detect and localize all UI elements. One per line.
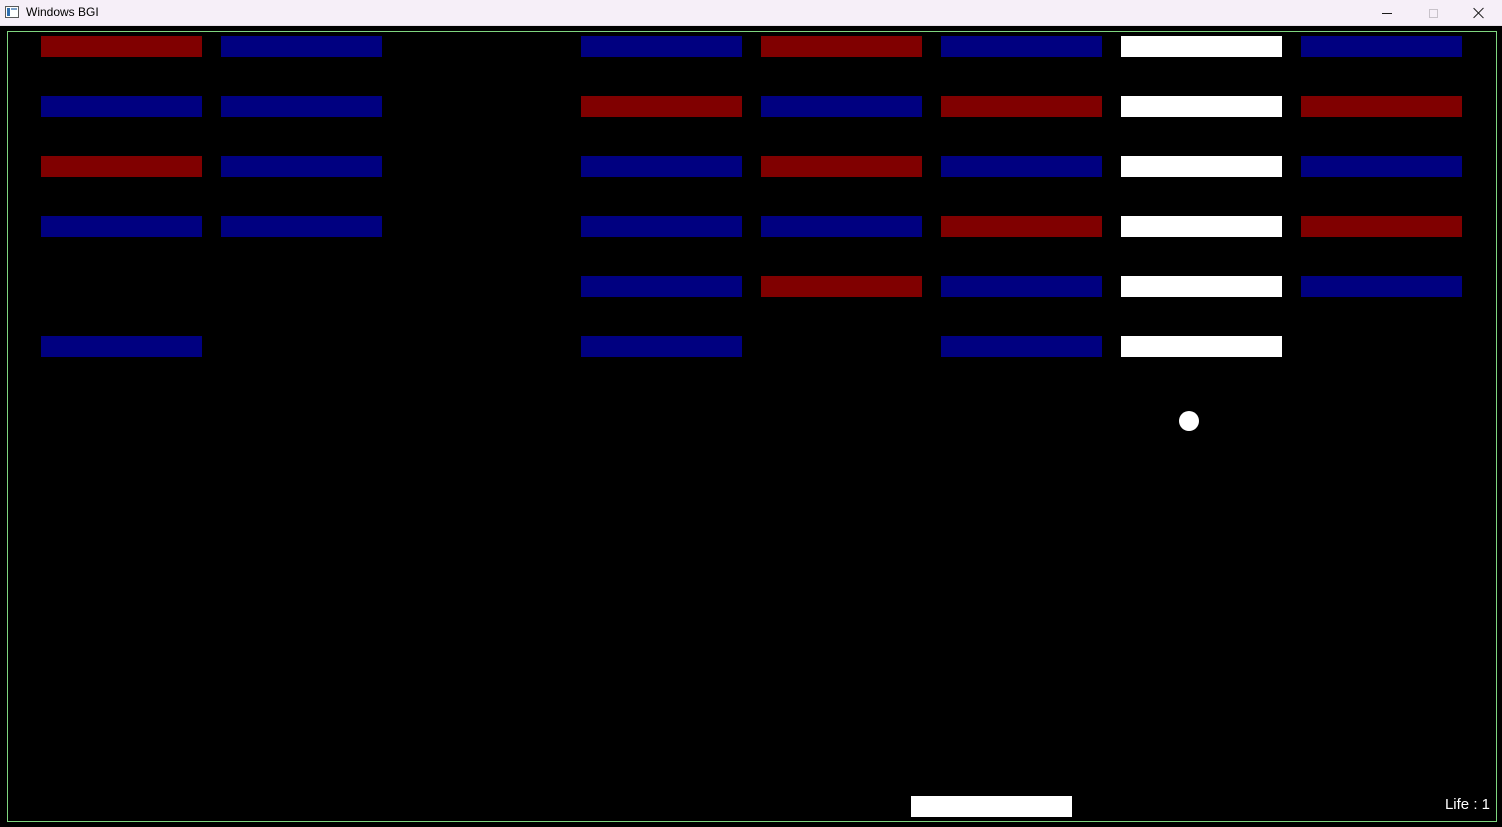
minimize-button[interactable]	[1364, 0, 1410, 26]
brick-red	[761, 156, 922, 177]
brick-blue	[581, 36, 742, 57]
brick-red	[581, 96, 742, 117]
brick-red	[41, 36, 202, 57]
brick-red	[761, 276, 922, 297]
brick-red	[761, 36, 922, 57]
brick-red	[1301, 216, 1462, 237]
app-window-icon	[5, 6, 19, 18]
brick-blue	[581, 216, 742, 237]
game-canvas[interactable]: Life : 1	[0, 26, 1502, 827]
brick-white	[1121, 36, 1282, 57]
brick-red	[1301, 96, 1462, 117]
brick-blue	[221, 96, 382, 117]
title-bar[interactable]: Windows BGI	[0, 0, 1502, 26]
brick-blue	[941, 156, 1102, 177]
game-window: Windows BGI Life : 1	[0, 0, 1502, 827]
maximize-button[interactable]	[1410, 0, 1456, 26]
brick-blue	[581, 276, 742, 297]
brick-white	[1121, 216, 1282, 237]
ball	[1179, 411, 1199, 431]
brick-blue	[941, 276, 1102, 297]
brick-blue	[1301, 36, 1462, 57]
brick-blue	[941, 336, 1102, 357]
brick-blue	[581, 336, 742, 357]
maximize-icon	[1428, 8, 1438, 18]
brick-white	[1121, 276, 1282, 297]
playfield-border	[7, 31, 1497, 822]
brick-blue	[221, 156, 382, 177]
minimize-icon	[1382, 12, 1392, 14]
window-title: Windows BGI	[26, 5, 99, 19]
paddle[interactable]	[911, 796, 1072, 817]
brick-blue	[1301, 156, 1462, 177]
brick-blue	[41, 96, 202, 117]
brick-blue	[581, 156, 742, 177]
lives-counter: Life : 1	[1444, 796, 1490, 813]
brick-blue	[761, 96, 922, 117]
brick-white	[1121, 156, 1282, 177]
brick-red	[941, 96, 1102, 117]
brick-blue	[221, 216, 382, 237]
brick-red	[941, 216, 1102, 237]
brick-blue	[1301, 276, 1462, 297]
brick-blue	[941, 36, 1102, 57]
brick-blue	[41, 216, 202, 237]
brick-blue	[41, 336, 202, 357]
brick-blue	[221, 36, 382, 57]
close-icon	[1473, 7, 1485, 19]
brick-white	[1121, 336, 1282, 357]
brick-white	[1121, 96, 1282, 117]
brick-blue	[761, 216, 922, 237]
brick-red	[41, 156, 202, 177]
close-button[interactable]	[1456, 0, 1502, 26]
